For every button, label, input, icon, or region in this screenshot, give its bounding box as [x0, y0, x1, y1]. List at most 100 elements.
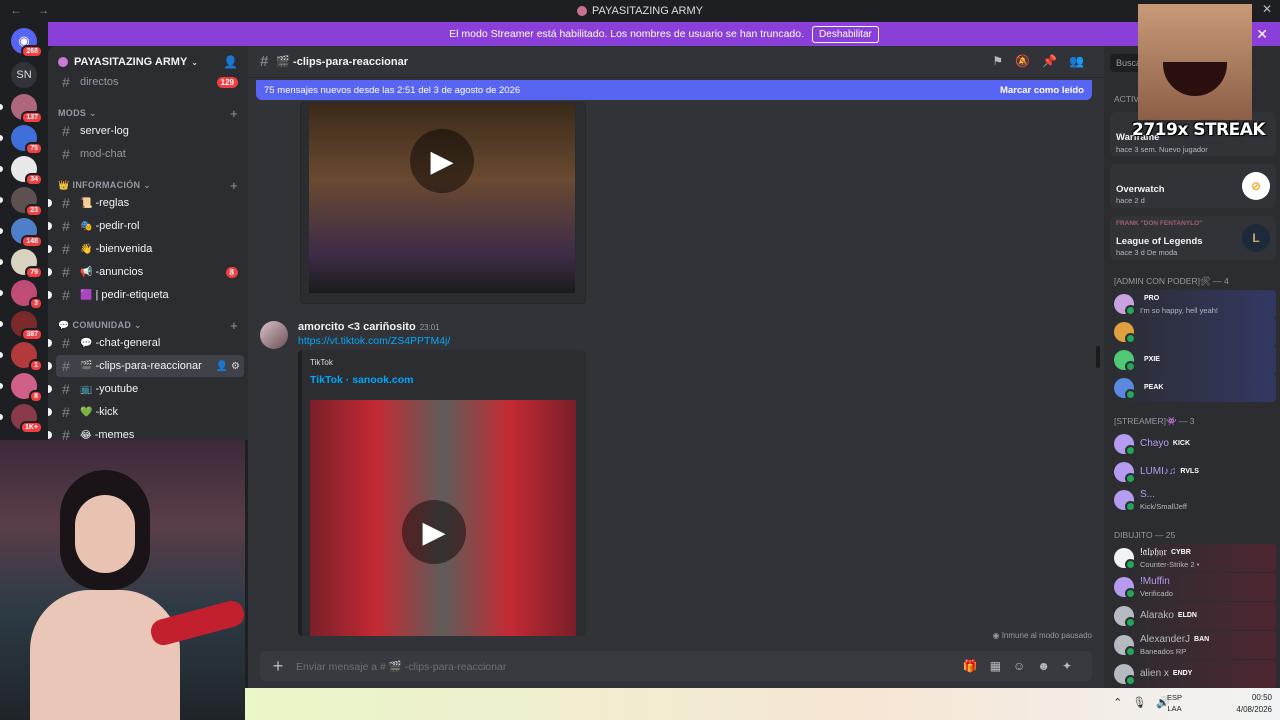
- channel-server-log[interactable]: # server-log: [56, 120, 244, 142]
- server-icon[interactable]: 34: [0, 156, 43, 186]
- clock[interactable]: 00:50 4/08/2026: [1236, 692, 1272, 716]
- server-icon: [576, 6, 587, 16]
- server-icon[interactable]: 387: [0, 311, 43, 341]
- server-icon[interactable]: 148: [0, 218, 43, 248]
- message-author[interactable]: amorcito <3 cariñosito 23:01: [298, 321, 440, 333]
- server-icon[interactable]: 79: [0, 249, 43, 279]
- channel-directos[interactable]: # directos 129: [56, 71, 244, 93]
- server-icon[interactable]: 8: [0, 373, 43, 403]
- hash-icon: #: [62, 241, 70, 257]
- server-icon[interactable]: 75: [0, 125, 43, 155]
- scrollbar-thumb[interactable]: [1096, 346, 1100, 368]
- close-window-icon[interactable]: ✕: [1262, 2, 1272, 16]
- channel-item[interactable]: # 🟪 | pedir-etiqueta: [48, 284, 244, 306]
- chat-area: # 🎬 -clips-para-reaccionar ⚑🔕📌👥 75 mensa…: [248, 46, 1104, 688]
- channel-item[interactable]: # 💬 -chat-general: [48, 332, 244, 354]
- discord-home-icon[interactable]: ◉ 268: [11, 28, 43, 58]
- channel-item[interactable]: # 📜 -reglas: [48, 192, 244, 214]
- member-row[interactable]: alien x ENDY: [1110, 660, 1276, 688]
- member-name-text: Alarako: [1140, 610, 1174, 621]
- server-sn[interactable]: SN: [11, 62, 37, 88]
- channel-emoji: 📢: [80, 266, 93, 278]
- avatar: [1114, 577, 1136, 599]
- category-mods[interactable]: MODS ⌄ +: [58, 106, 242, 121]
- activity-sub: hace 3 d De moda: [1116, 248, 1178, 257]
- clock-date: 4/08/2026: [1236, 705, 1272, 714]
- category-informacion[interactable]: 👑 INFORMACIÓN ⌄ +: [58, 178, 242, 193]
- channel-settings-icon[interactable]: 👤 ⚙: [216, 361, 240, 372]
- member-status: I'm so happy, hell yeah!: [1140, 306, 1219, 315]
- member-name-text: LUMI♪♫: [1140, 466, 1177, 477]
- channel-item[interactable]: # 📢 -anuncios 8: [48, 261, 244, 283]
- server-badge: 148: [21, 235, 43, 248]
- channel-mod-chat[interactable]: # mod-chat: [56, 143, 244, 165]
- member-row[interactable]: PRO I'm so happy, hell yeah!: [1110, 290, 1276, 318]
- new-messages-bar[interactable]: 75 mensajes nuevos desde las 2:51 del 3 …: [256, 80, 1092, 100]
- composer-toolbar-icons[interactable]: 🎁▦☺☻✦: [963, 659, 1084, 673]
- unread-pill: [0, 228, 3, 234]
- close-icon[interactable]: ✕: [1256, 26, 1268, 43]
- guild-tag: RVLS: [1180, 468, 1199, 475]
- activity-card[interactable]: Overwatch hace 2 d ⊘: [1110, 164, 1276, 208]
- member-row[interactable]: LUMI♪♫ RVLS: [1110, 458, 1276, 486]
- video-embed-1[interactable]: ▶: [300, 102, 586, 304]
- add-channel-icon[interactable]: +: [230, 178, 238, 193]
- embed-title[interactable]: TikTok · sanook.com: [310, 374, 413, 386]
- unread-pip: [48, 339, 52, 347]
- member-row[interactable]: PXIE: [1110, 346, 1276, 374]
- message-composer[interactable]: + Enviar mensaje a # 🎬 -clips-para-reacc…: [260, 651, 1092, 681]
- language-indicator[interactable]: ESP LAA: [1167, 692, 1182, 714]
- member-row[interactable]: !𝔞𝔩𝔭𝔥𝔶𝔯 CYBR Counter-Strike 2 •: [1110, 544, 1276, 572]
- avatar: [1114, 548, 1136, 570]
- server-icon[interactable]: 23: [0, 187, 43, 217]
- play-icon[interactable]: ▶: [410, 129, 474, 193]
- reaction-image: [1138, 4, 1252, 120]
- role-header: DIBUJITO — 25: [1114, 530, 1176, 540]
- member-list: Buscar Activi Warframe hace 3 sem. Nuevo…: [1104, 46, 1280, 688]
- play-icon[interactable]: ▶: [402, 500, 466, 564]
- member-row[interactable]: Chayo KICK: [1110, 430, 1276, 458]
- nav-arrows[interactable]: ← →: [10, 3, 55, 17]
- server-icon[interactable]: 1K+: [0, 404, 43, 434]
- channel-title: -clips-para-reaccionar: [293, 55, 408, 68]
- guild-tag: CYBR: [1170, 549, 1191, 556]
- hash-icon: #: [62, 287, 70, 303]
- channel-item[interactable]: # 👋 -bienvenida: [48, 238, 244, 260]
- microphone: [148, 598, 245, 648]
- category-comunidad[interactable]: 💬 COMUNIDAD ⌄ +: [58, 318, 242, 333]
- disable-streamer-button[interactable]: Deshabilitar: [812, 25, 879, 43]
- server-badge: 137: [21, 111, 43, 124]
- add-channel-icon[interactable]: +: [230, 106, 238, 121]
- member-row[interactable]: !Muffin Verificado: [1110, 573, 1276, 601]
- server-badge: 79: [25, 266, 43, 279]
- member-row[interactable]: AlexanderJ BAN Baneados RP: [1110, 631, 1276, 659]
- add-channel-icon[interactable]: +: [230, 318, 238, 333]
- server-icon[interactable]: 3: [0, 280, 43, 310]
- mention-badge: 8: [225, 266, 238, 278]
- speech-bubble-icon: 💬: [58, 320, 70, 330]
- channel-item[interactable]: # 📺 -youtube: [48, 378, 244, 400]
- member-row[interactable]: [1110, 318, 1276, 346]
- invite-icon[interactable]: 👤: [223, 55, 238, 69]
- channel-item[interactable]: # 🎬 -clips-para-reaccionar 👤 ⚙: [48, 355, 244, 377]
- channel-item[interactable]: # 💚 -kick: [48, 401, 244, 423]
- server-icon[interactable]: 137: [0, 94, 43, 124]
- member-row[interactable]: Alarako ELDN: [1110, 602, 1276, 630]
- channel-item[interactable]: # 🎭 -pedir-rol: [48, 215, 244, 237]
- add-attachment-icon[interactable]: +: [260, 656, 296, 677]
- unread-pill: [0, 135, 3, 141]
- member-row[interactable]: PEAK: [1110, 374, 1276, 402]
- avatar: [1114, 378, 1136, 400]
- channel-item[interactable]: # 😂 -memes: [48, 424, 244, 440]
- server-icon[interactable]: 1: [0, 342, 43, 372]
- message-link[interactable]: https://vt.tiktok.com/ZS4PPTM4j/: [298, 335, 450, 347]
- author-name[interactable]: amorcito <3 cariñosito: [298, 321, 416, 333]
- mark-read-button[interactable]: Marcar como leído: [1000, 85, 1084, 96]
- author-avatar[interactable]: [260, 321, 288, 349]
- member-row[interactable]: S... Kick/SmallJeff: [1110, 486, 1276, 514]
- unread-pill: [0, 259, 3, 265]
- header-toolbar-icons[interactable]: ⚑🔕📌👥: [992, 54, 1096, 68]
- guild-tag: BAN: [1194, 636, 1210, 643]
- activity-card[interactable]: FRANK "DON FENTANYLO" League of Legends …: [1110, 216, 1276, 260]
- hash-icon: #: [62, 74, 70, 90]
